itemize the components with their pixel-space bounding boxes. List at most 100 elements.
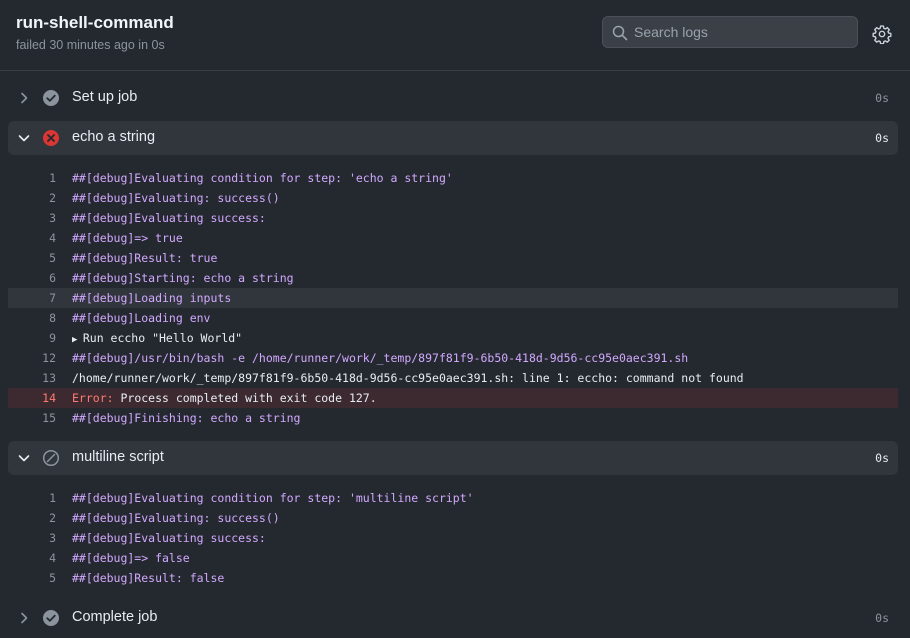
line-number[interactable]: 1 — [8, 171, 56, 185]
log-message: ##[debug]Starting: echo a string — [72, 271, 294, 285]
job-status-subtitle: failed 30 minutes ago in 0s — [16, 38, 165, 52]
log-text: ##[debug]=> false — [72, 551, 190, 565]
log-text: ##[debug]Starting: echo a string — [72, 271, 294, 285]
step-duration: 0s — [875, 131, 889, 145]
log-message: ##[debug]Evaluating success: — [72, 531, 266, 545]
log-text: ##[debug]Evaluating success: — [72, 211, 266, 225]
log-line[interactable]: 15 ##[debug]Finishing: echo a string — [8, 408, 898, 428]
search-icon — [612, 25, 628, 41]
log-message: ##[debug]=> true — [72, 231, 183, 245]
log-line[interactable]: 4 ##[debug]=> false — [8, 548, 898, 568]
log-text: ##[debug]/usr/bin/bash -e /home/runner/w… — [72, 351, 688, 365]
log-line[interactable]: 8 ##[debug]Loading env — [8, 308, 898, 328]
log-message: ##[debug]=> false — [72, 551, 190, 565]
log-message: ##[debug]Result: false — [72, 571, 225, 585]
line-number[interactable]: 8 — [8, 311, 56, 325]
group-title[interactable]: Run eccho "Hello World" — [83, 331, 242, 345]
step-duration: 0s — [875, 91, 889, 105]
step-name: Set up job — [72, 89, 138, 105]
error-label: Error: — [72, 391, 114, 405]
x-circle-icon — [43, 130, 59, 146]
step-set-up-job[interactable]: Set up job 0s — [8, 81, 898, 115]
log-output-multiline: 1 ##[debug]Evaluating condition for step:… — [8, 488, 898, 588]
log-message: ##[debug]Evaluating: success() — [72, 511, 280, 525]
log-line[interactable]: 5 ##[debug]Result: true — [8, 248, 898, 268]
log-text: ▶ Run eccho "Hello World" — [72, 331, 242, 345]
log-text: ##[debug]Evaluating condition for step: … — [72, 491, 474, 505]
log-text: /home/runner/work/_temp/897f81f9-6b50-41… — [72, 371, 744, 385]
log-message: ##[debug]Evaluating success: — [72, 211, 266, 225]
line-number[interactable]: 5 — [8, 571, 56, 585]
log-message: ##[debug]Result: true — [72, 251, 218, 265]
log-text: ##[debug]Evaluating: success() — [72, 191, 280, 205]
line-number[interactable]: 1 — [8, 491, 56, 505]
line-number[interactable]: 5 — [8, 251, 56, 265]
log-line[interactable]: 2 ##[debug]Evaluating: success() — [8, 188, 898, 208]
step-echo-a-string[interactable]: echo a string 0s — [8, 121, 898, 155]
log-text: ##[debug]Evaluating condition for step: … — [72, 171, 453, 185]
log-message: ##[debug]Finishing: echo a string — [72, 411, 301, 425]
step-complete-job[interactable]: Complete job 0s — [8, 601, 898, 635]
log-text: Error: Process completed with exit code … — [72, 391, 377, 405]
chevron-down-icon — [18, 135, 30, 142]
job-title: run-shell-command — [16, 13, 174, 32]
line-number[interactable]: 3 — [8, 531, 56, 545]
log-line[interactable]: 3 ##[debug]Evaluating success: — [8, 528, 898, 548]
step-duration: 0s — [875, 451, 889, 465]
log-line[interactable]: 6 ##[debug]Starting: echo a string — [8, 268, 898, 288]
log-line[interactable]: 12 ##[debug]/usr/bin/bash -e /home/runner… — [8, 348, 898, 368]
chevron-right-icon — [21, 92, 28, 104]
log-line[interactable]: 2 ##[debug]Evaluating: success() — [8, 508, 898, 528]
log-line[interactable]: 4 ##[debug]=> true — [8, 228, 898, 248]
log-output-echo: 1 ##[debug]Evaluating condition for step:… — [8, 168, 898, 428]
log-message: /home/runner/work/_temp/897f81f9-6b50-41… — [72, 371, 744, 385]
line-number[interactable]: 7 — [8, 291, 56, 305]
step-name: echo a string — [72, 129, 156, 145]
log-text: ##[debug]Evaluating: success() — [72, 511, 280, 525]
log-text: ##[debug]Evaluating success: — [72, 531, 266, 545]
log-text: ##[debug]Loading env — [72, 311, 210, 325]
step-multiline-script[interactable]: multiline script 0s — [8, 441, 898, 475]
search-input[interactable] — [634, 17, 849, 47]
log-text: ##[debug]Result: false — [72, 571, 224, 585]
gear-icon[interactable] — [872, 24, 892, 44]
chevron-right-icon — [21, 612, 28, 624]
check-circle-icon — [43, 610, 59, 626]
step-name: Complete job — [72, 609, 158, 625]
log-line[interactable]: 1 ##[debug]Evaluating condition for step:… — [8, 488, 898, 508]
log-message: ##[debug]/usr/bin/bash -e /home/runner/w… — [72, 351, 689, 365]
log-message: ##[debug]Evaluating condition for step: … — [72, 491, 474, 505]
log-line[interactable]: 5 ##[debug]Result: false — [8, 568, 898, 588]
expand-triangle-icon[interactable]: ▶ — [72, 335, 83, 345]
log-text: ##[debug]=> true — [72, 231, 183, 245]
line-number[interactable]: 3 — [8, 211, 56, 225]
line-number[interactable]: 14 — [8, 391, 56, 405]
line-number[interactable]: 4 — [8, 551, 56, 565]
step-duration: 0s — [875, 611, 889, 625]
log-line[interactable]: 1 ##[debug]Evaluating condition for step:… — [8, 168, 898, 188]
log-message: ##[debug]Evaluating: success() — [72, 191, 280, 205]
chevron-down-icon — [18, 455, 30, 462]
log-line[interactable]: 14 Error: Process completed with exit cod… — [8, 388, 898, 408]
log-message: ##[debug]Loading env — [72, 311, 211, 325]
skipped-icon — [42, 449, 60, 467]
line-number[interactable]: 2 — [8, 191, 56, 205]
log-line[interactable]: 13/home/runner/work/_temp/897f81f9-6b50-… — [8, 368, 898, 388]
search-box[interactable] — [602, 16, 858, 48]
line-number[interactable]: 2 — [8, 511, 56, 525]
log-line[interactable]: 3 ##[debug]Evaluating success: — [8, 208, 898, 228]
line-number[interactable]: 12 — [8, 351, 56, 365]
error-message: Process completed with exit code 127. — [113, 391, 377, 405]
log-message: ##[debug]Evaluating condition for step: … — [72, 171, 453, 185]
line-number[interactable]: 13 — [8, 371, 56, 385]
log-message: ##[debug]Loading inputs — [72, 291, 232, 305]
line-number[interactable]: 9 — [8, 331, 56, 345]
log-line[interactable]: 7 ##[debug]Loading inputs — [8, 288, 898, 308]
job-header: run-shell-command failed 30 minutes ago … — [0, 0, 910, 71]
line-number[interactable]: 6 — [8, 271, 56, 285]
log-line[interactable]: 9 ▶ Run eccho "Hello World" — [8, 328, 898, 348]
line-number[interactable]: 4 — [8, 231, 56, 245]
line-number[interactable]: 15 — [8, 411, 56, 425]
step-name: multiline script — [72, 449, 164, 465]
log-text: ##[debug]Finishing: echo a string — [72, 411, 300, 425]
